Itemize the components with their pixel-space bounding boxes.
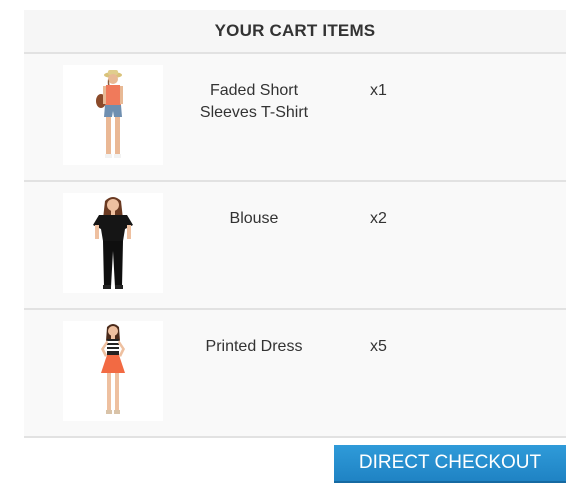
cart-item-row: Printed Dress x5	[24, 310, 566, 438]
cart-panel: YOUR CART ITEMS Faded Short Sleeves T-Sh…	[24, 10, 566, 438]
model-tshirt-image	[96, 70, 123, 158]
cart-item-row: Blouse x2	[24, 182, 566, 310]
product-image-tshirt[interactable]	[63, 65, 163, 165]
product-quantity: x2	[370, 210, 387, 227]
product-name[interactable]: Printed Dress	[189, 336, 319, 358]
product-name[interactable]: Faded Short Sleeves T-Shirt	[189, 80, 319, 124]
cart-title: YOUR CART ITEMS	[24, 10, 566, 54]
product-quantity: x5	[370, 338, 387, 355]
direct-checkout-button[interactable]: DIRECT CHECKOUT	[334, 445, 566, 483]
model-dress-image	[101, 324, 125, 414]
model-blouse-image	[93, 197, 133, 289]
product-image-blouse[interactable]	[63, 193, 163, 293]
product-quantity: x1	[370, 82, 387, 99]
product-image-dress[interactable]	[63, 321, 163, 421]
product-name[interactable]: Blouse	[189, 208, 319, 230]
cart-item-row: Faded Short Sleeves T-Shirt x1	[24, 54, 566, 182]
